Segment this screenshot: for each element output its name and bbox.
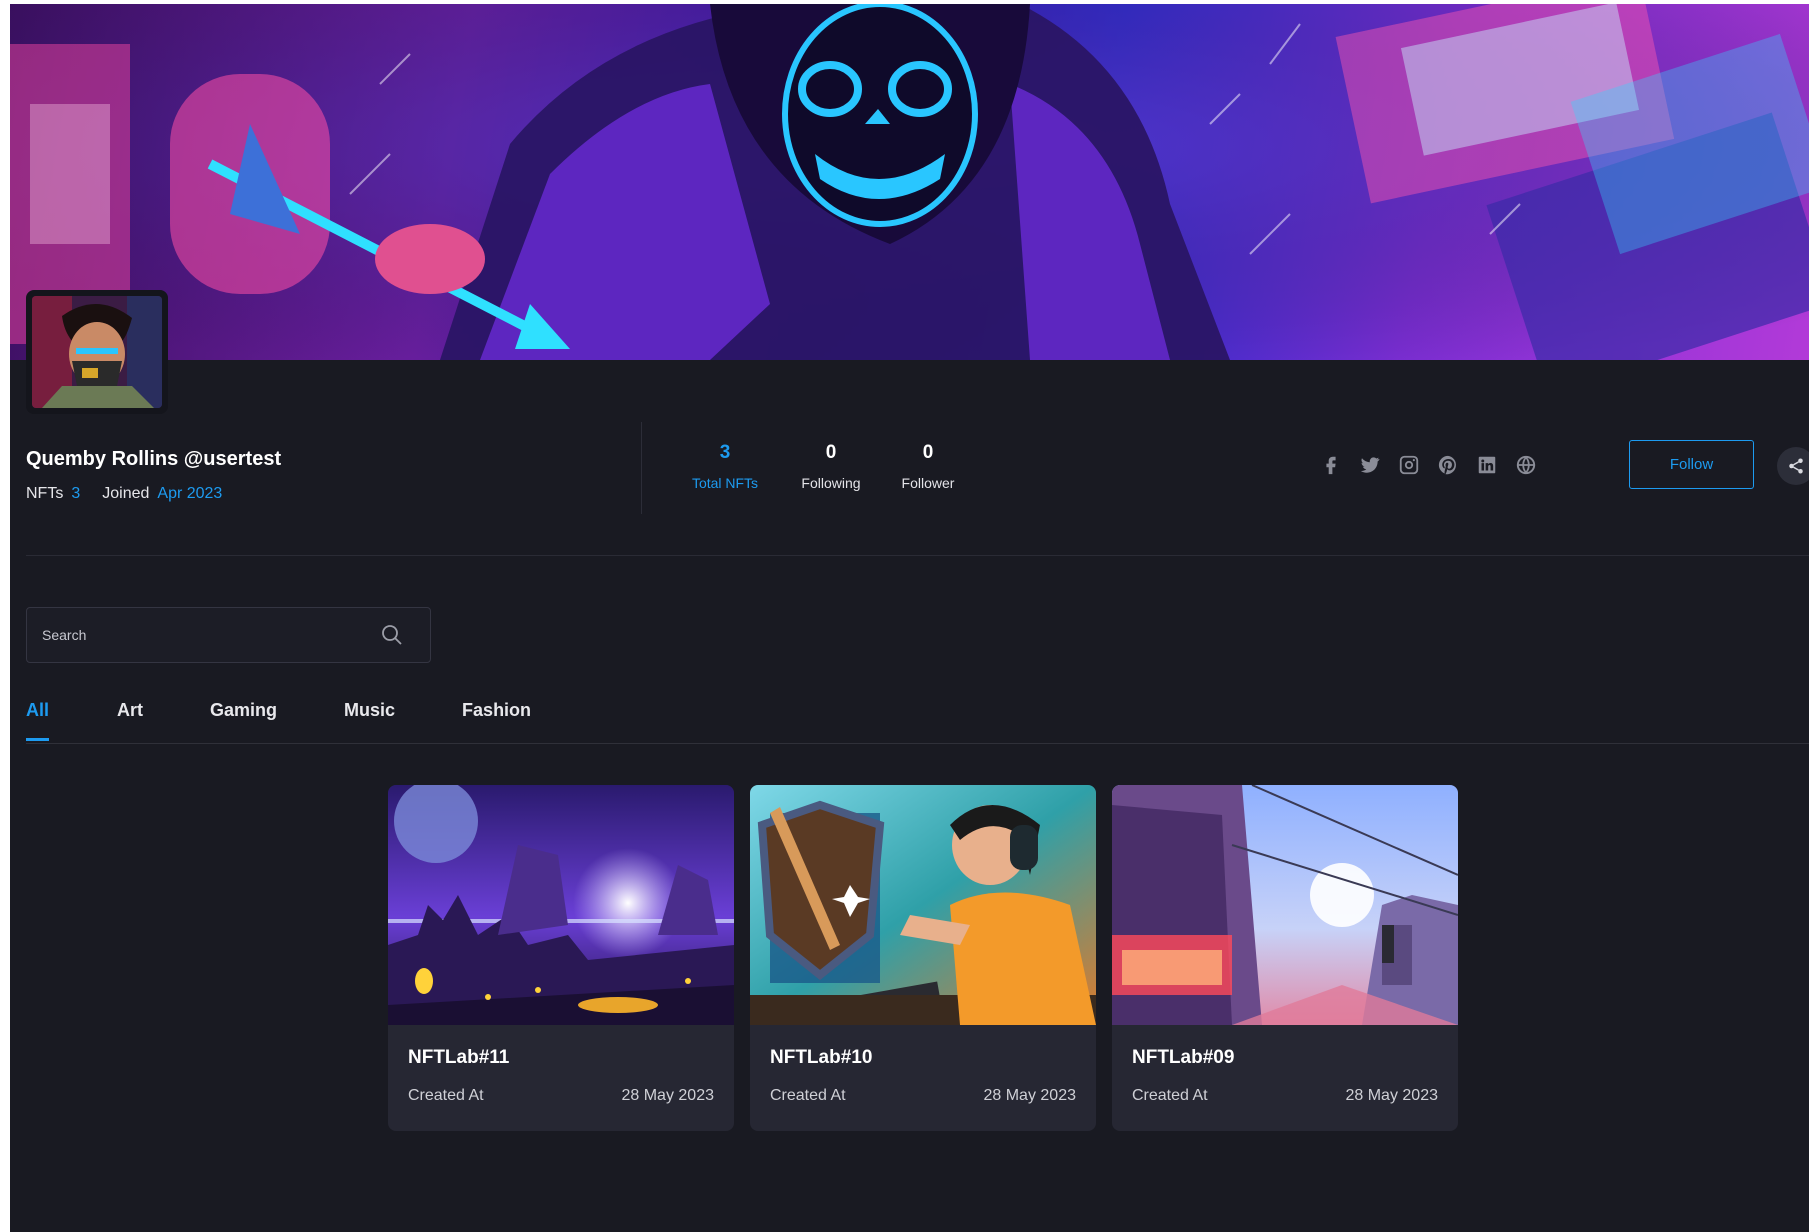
stats-divider	[641, 422, 642, 514]
avatar[interactable]	[26, 290, 168, 414]
stat-following[interactable]: 0 Following	[786, 442, 876, 491]
tab-gaming[interactable]: Gaming	[210, 700, 277, 739]
stat-total-nfts[interactable]: 3 Total NFTs	[681, 442, 769, 491]
category-tabs: All Art Gaming Music Fashion	[26, 700, 531, 741]
nft-title: NFTLab#10	[770, 1047, 873, 1068]
search-box	[26, 607, 431, 663]
created-label: Created At	[1132, 1087, 1208, 1104]
follow-button[interactable]: Follow	[1629, 440, 1754, 489]
tab-all[interactable]: All	[26, 700, 50, 741]
nft-image	[1112, 785, 1458, 1025]
stat-label: Following	[801, 475, 861, 491]
facebook-icon[interactable]	[1320, 454, 1342, 476]
nft-card[interactable]: NFTLab#09 Created At 28 May 2023	[1112, 785, 1458, 1131]
pinterest-icon[interactable]	[1437, 454, 1459, 476]
joined-date: Apr 2023	[157, 485, 223, 502]
globe-icon[interactable]	[1515, 454, 1537, 476]
stat-follower[interactable]: 0 Follower	[886, 442, 970, 491]
nfts-label: NFTs	[26, 485, 64, 502]
created-label: Created At	[770, 1087, 846, 1104]
share-button[interactable]	[1777, 447, 1809, 485]
stat-label: Total NFTs	[691, 475, 759, 491]
stat-label: Follower	[901, 475, 955, 491]
avatar-image	[32, 296, 162, 408]
nft-image	[750, 785, 1096, 1025]
created-label: Created At	[408, 1087, 484, 1104]
search-input[interactable]	[27, 608, 367, 662]
stat-value: 0	[922, 442, 934, 463]
share-icon	[1789, 458, 1803, 474]
stat-value: 0	[825, 442, 837, 463]
created-date: 28 May 2023	[621, 1087, 714, 1104]
cover-banner	[10, 4, 1809, 360]
nft-card[interactable]: NFTLab#10 Created At 28 May 2023	[750, 785, 1096, 1131]
profile-page: Quemby Rollins @usertest NFTs 3 Joined A…	[10, 4, 1809, 1232]
created-date: 28 May 2023	[1345, 1087, 1438, 1104]
section-divider	[26, 555, 1809, 556]
nft-card[interactable]: NFTLab#11 Created At 28 May 2023	[388, 785, 734, 1131]
cover-artwork	[10, 4, 1809, 360]
tab-music[interactable]: Music	[344, 700, 395, 739]
tab-fashion[interactable]: Fashion	[462, 700, 531, 739]
instagram-icon[interactable]	[1398, 454, 1420, 476]
profile-meta: NFTs 3 Joined Apr 2023	[26, 485, 222, 503]
social-links	[1320, 454, 1537, 476]
twitter-icon[interactable]	[1359, 454, 1381, 476]
nft-title: NFTLab#11	[408, 1047, 510, 1068]
search-icon[interactable]	[380, 623, 404, 652]
tabs-underline	[26, 743, 1809, 744]
nfts-count: 3	[71, 485, 81, 502]
tab-art[interactable]: Art	[117, 700, 143, 739]
profile-name: Quemby Rollins @usertest	[26, 448, 282, 470]
created-date: 28 May 2023	[983, 1087, 1076, 1104]
joined-label: Joined	[102, 485, 150, 502]
linkedin-icon[interactable]	[1476, 454, 1498, 476]
nft-title: NFTLab#09	[1132, 1047, 1235, 1068]
nft-image	[388, 785, 734, 1025]
stat-value: 3	[719, 442, 731, 463]
